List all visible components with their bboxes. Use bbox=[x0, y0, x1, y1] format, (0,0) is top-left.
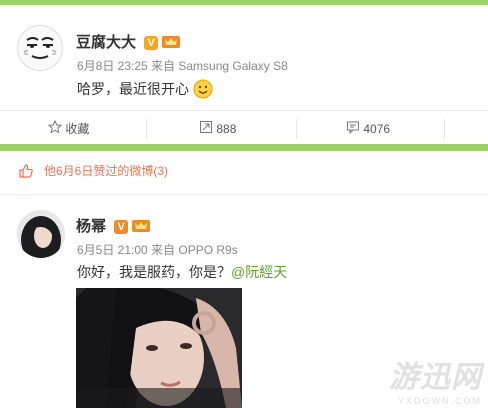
mention-link[interactable]: @阮經天 bbox=[231, 264, 287, 280]
post2-username[interactable]: 杨幂 bbox=[76, 218, 106, 235]
favorite-label: 收藏 bbox=[65, 122, 90, 136]
post2-timestamp[interactable]: 6月5日 21:00 来自 OPPO R9s bbox=[77, 241, 238, 258]
repost-button[interactable]: 888 bbox=[199, 111, 236, 147]
divider bbox=[444, 119, 445, 139]
smile-emoji-icon bbox=[193, 79, 213, 102]
post1-content-row: 哈罗，最近很开心 bbox=[77, 79, 213, 102]
avatar[interactable] bbox=[17, 210, 65, 258]
crown-badge-icon bbox=[132, 217, 151, 237]
verified-v-icon: V bbox=[144, 36, 159, 51]
post1-timestamp[interactable]: 6月8日 23:25 来自 Samsung Galaxy S8 bbox=[77, 57, 288, 74]
portrait-image bbox=[76, 288, 242, 408]
comment-count: 4076 bbox=[363, 122, 391, 136]
post-1: 豆腐大大 V 6月8日 23:25 来自 Samsung Galaxy S8 哈… bbox=[0, 5, 488, 145]
avatar[interactable] bbox=[17, 25, 63, 71]
liked-header[interactable]: 他6月6日赞过的微博(3) bbox=[0, 158, 488, 188]
divider bbox=[146, 119, 147, 139]
liked-text[interactable]: 他6月6日赞过的微博(3) bbox=[44, 162, 168, 179]
post1-username-row: 豆腐大大 V bbox=[76, 31, 181, 53]
section-green-bar bbox=[0, 144, 488, 151]
thumbs-up-icon bbox=[18, 163, 34, 184]
site-watermark: 游迅网 YXDOWN.COM bbox=[389, 352, 482, 406]
post2-username-row: 杨幂 V bbox=[76, 215, 151, 237]
post1-username[interactable]: 豆腐大大 bbox=[76, 34, 136, 51]
repost-count: 888 bbox=[216, 122, 237, 136]
crown-badge-icon bbox=[162, 33, 181, 53]
meme-face-icon bbox=[18, 26, 62, 70]
favorite-button[interactable]: 收藏 bbox=[47, 111, 90, 148]
post1-content: 哈罗，最近很开心 bbox=[77, 81, 189, 98]
divider bbox=[296, 119, 297, 139]
verified-v-icon: V bbox=[114, 220, 129, 235]
post2-content-row: 你好，我是服药，你是？@阮經天 bbox=[77, 262, 287, 282]
comment-icon bbox=[346, 112, 360, 148]
repost-icon bbox=[199, 112, 213, 148]
watermark-sub: YXDOWN.COM bbox=[398, 396, 482, 406]
watermark-main: 游迅网 bbox=[389, 361, 482, 394]
post2-content: 你好，我是服药，你是？ bbox=[77, 264, 231, 280]
star-icon bbox=[47, 112, 63, 148]
profile-photo-icon bbox=[17, 210, 65, 258]
comment-button[interactable]: 4076 bbox=[346, 111, 390, 147]
action-bar: 收藏 888 4076 bbox=[0, 110, 488, 147]
post-photo[interactable] bbox=[76, 288, 242, 408]
